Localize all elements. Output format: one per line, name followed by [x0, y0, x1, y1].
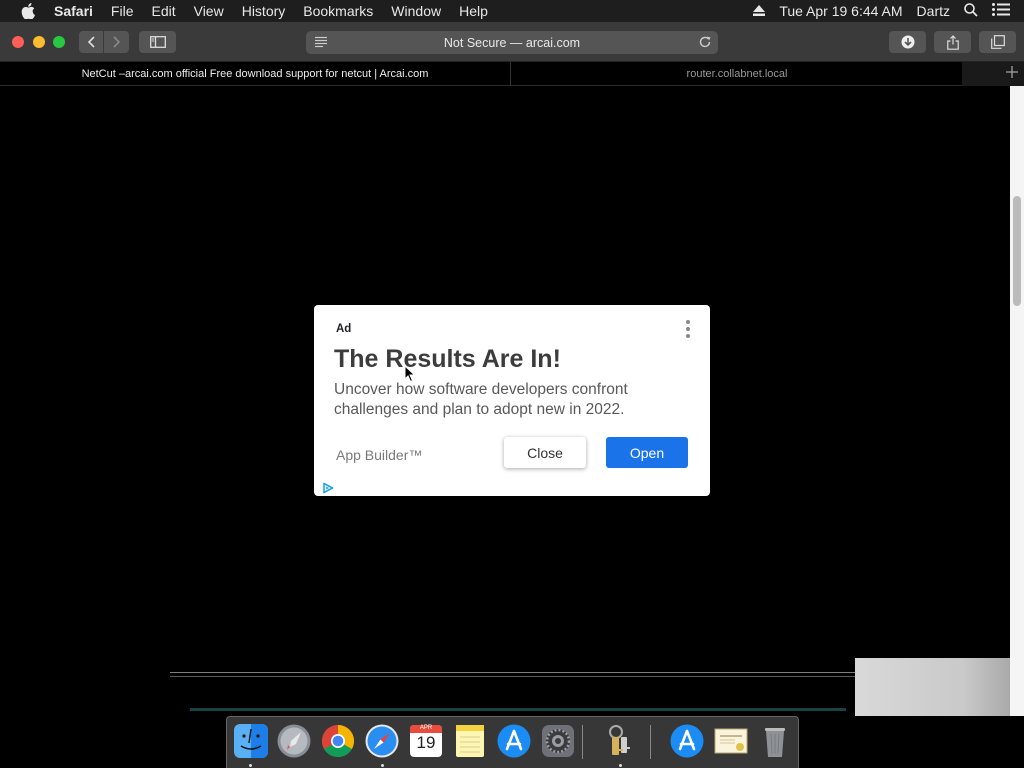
download-icon [901, 35, 914, 49]
dock: APR 19 [226, 716, 799, 768]
address-bar[interactable]: Not Secure — arcai.com [306, 31, 718, 54]
apple-menu-icon[interactable] [18, 3, 38, 19]
eject-icon[interactable] [753, 3, 766, 19]
running-indicator [381, 764, 384, 767]
notification-center-icon[interactable] [992, 3, 1010, 19]
menu-file[interactable]: File [111, 3, 134, 19]
share-button[interactable] [934, 31, 971, 53]
menu-edit[interactable]: Edit [151, 3, 175, 19]
sidebar-icon [149, 36, 166, 48]
sidebar-toggle-button[interactable] [139, 31, 176, 53]
adchoices-icon[interactable] [322, 481, 334, 499]
trash-icon[interactable] [757, 723, 793, 759]
finder-icon[interactable] [233, 723, 269, 759]
ad-label: Ad [336, 323, 352, 335]
running-indicator [619, 764, 622, 767]
ad-body[interactable]: Uncover how software developers confront… [334, 380, 684, 420]
tab-router[interactable]: router.collabnet.local [512, 62, 962, 86]
menu-view[interactable]: View [194, 3, 224, 19]
mouse-cursor-icon [404, 364, 416, 388]
user-name[interactable]: Dartz [917, 3, 950, 19]
share-icon [946, 34, 959, 50]
reader-view-icon[interactable] [314, 36, 328, 51]
system-preferences-icon[interactable] [540, 723, 576, 759]
zoom-window-button[interactable] [53, 36, 65, 48]
menu-app-name[interactable]: Safari [54, 3, 93, 19]
new-tab-area [962, 62, 1024, 86]
notes-icon[interactable] [452, 723, 488, 759]
dock-separator [582, 725, 583, 759]
menu-window[interactable]: Window [391, 3, 441, 19]
app-store-downloads-icon[interactable] [669, 723, 705, 759]
browser-toolbar: Not Secure — arcai.com [0, 22, 1024, 62]
navigation-buttons [79, 31, 129, 53]
menu-bookmarks[interactable]: Bookmarks [303, 3, 373, 19]
address-text: Not Secure — arcai.com [443, 35, 581, 50]
scrollbar-thumb[interactable] [1013, 196, 1021, 306]
downloads-button[interactable] [889, 31, 926, 53]
launchpad-icon[interactable] [276, 723, 312, 759]
ad-title[interactable]: The Results Are In! [334, 345, 561, 374]
ad-open-button[interactable]: Open [606, 437, 688, 468]
dock-separator [650, 725, 651, 759]
tab-overview-button[interactable] [979, 31, 1016, 53]
ad-close-button[interactable]: Close [504, 437, 586, 468]
close-window-button[interactable] [12, 36, 24, 48]
menu-bar: Safari File Edit View History Bookmarks … [0, 0, 1024, 22]
page-rendering-artifact [190, 708, 846, 711]
new-tab-button[interactable] [1006, 65, 1018, 83]
running-indicator [249, 764, 252, 767]
ad-options-menu-icon[interactable] [686, 320, 690, 338]
forward-button[interactable] [104, 31, 129, 53]
clock[interactable]: Tue Apr 19 6:44 AM [779, 3, 902, 19]
certificate-icon[interactable] [713, 723, 749, 759]
page-rendering-artifact [170, 672, 856, 677]
calendar-day: 19 [416, 733, 436, 752]
chrome-icon[interactable] [320, 723, 356, 759]
app-store-icon[interactable] [496, 723, 532, 759]
keychain-access-icon[interactable] [602, 723, 638, 759]
plus-icon [1006, 66, 1018, 78]
tab-netcut[interactable]: NetCut –arcai.com official Free download… [0, 62, 511, 86]
safari-icon[interactable] [364, 723, 400, 759]
menu-help[interactable]: Help [459, 3, 488, 19]
ad-advertiser[interactable]: App Builder™ [336, 447, 422, 463]
minimize-window-button[interactable] [33, 36, 45, 48]
reload-icon[interactable] [698, 35, 712, 52]
tabs-icon [990, 35, 1005, 49]
vertical-scrollbar[interactable] [1010, 86, 1024, 716]
back-button[interactable] [79, 31, 104, 53]
ad-dialog: Ad The Results Are In! Uncover how softw… [314, 305, 710, 496]
menu-history[interactable]: History [242, 3, 286, 19]
tab-bar: NetCut –arcai.com official Free download… [0, 62, 1024, 86]
spotlight-search-icon[interactable] [964, 2, 978, 20]
page-grey-block [855, 658, 1010, 716]
calendar-month: APR [419, 725, 433, 731]
